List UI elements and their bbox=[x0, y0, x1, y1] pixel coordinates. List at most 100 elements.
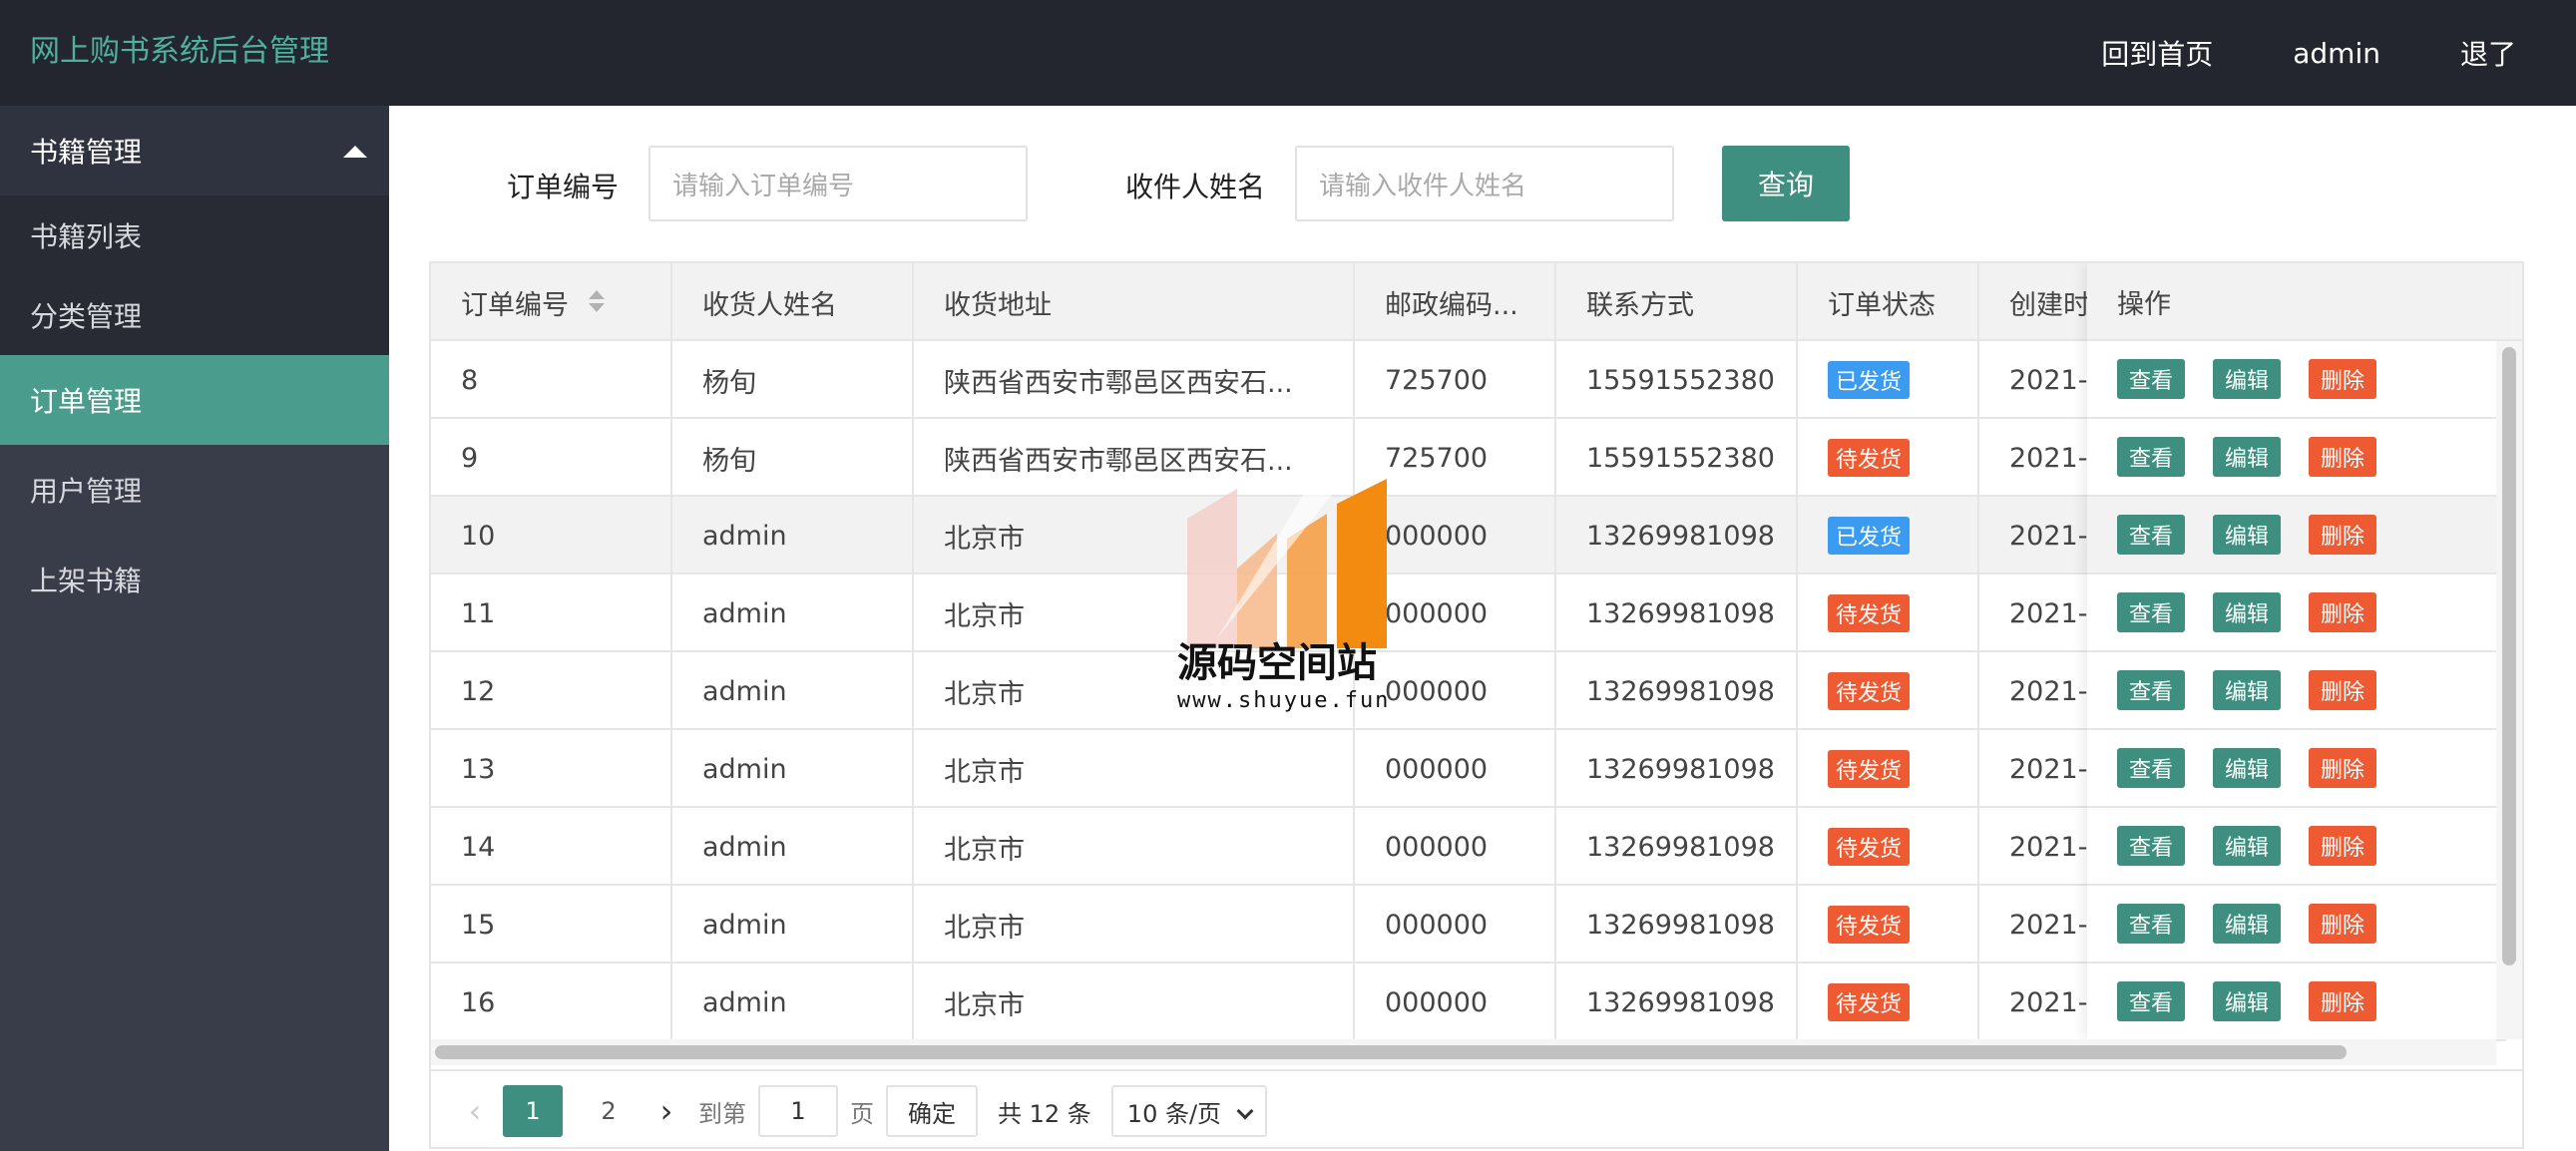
sidebar-item-users[interactable]: 用户管理 bbox=[0, 445, 389, 535]
cell-zip: 000000 bbox=[1355, 730, 1556, 808]
delete-button[interactable]: 删除 bbox=[2309, 437, 2376, 477]
status-cell: 待发货 bbox=[1798, 808, 1979, 886]
table-row[interactable]: 13 admin 北京市 000000 13269981098 待发货 2021-0 bbox=[431, 730, 2107, 808]
next-page-icon[interactable]: › bbox=[646, 1085, 686, 1137]
view-button[interactable]: 查看 bbox=[2117, 981, 2185, 1021]
col-order-id[interactable]: 订单编号 bbox=[431, 263, 672, 341]
col-zip: 邮政编码... bbox=[1355, 263, 1556, 341]
page-size-select[interactable]: 10 条/页 bbox=[1110, 1085, 1267, 1137]
logout-link[interactable]: 退了 bbox=[2460, 33, 2516, 73]
goto-confirm-button[interactable]: 确定 bbox=[886, 1085, 978, 1137]
status-badge: 待发货 bbox=[1828, 906, 1911, 944]
pagination: ‹ 1 2 › 到第 1 页 确定 共 12 条 10 条/页 bbox=[431, 1069, 2522, 1147]
cell-name: 杨旬 bbox=[672, 419, 914, 497]
recipient-name-label: 收件人姓名 bbox=[1125, 171, 1266, 203]
actions-row: 查看 编辑 删除 bbox=[2087, 808, 2506, 886]
edit-button[interactable]: 编辑 bbox=[2213, 748, 2281, 788]
view-button[interactable]: 查看 bbox=[2117, 904, 2185, 944]
goto-page-input[interactable]: 1 bbox=[758, 1085, 838, 1137]
edit-button[interactable]: 编辑 bbox=[2213, 359, 2281, 399]
col-phone: 联系方式 bbox=[1556, 263, 1798, 341]
edit-button[interactable]: 编辑 bbox=[2213, 826, 2281, 866]
top-nav: 回到首页 admin 退了 bbox=[2021, 0, 2516, 106]
sidebar-item-categories[interactable]: 分类管理 bbox=[0, 275, 389, 355]
edit-button[interactable]: 编辑 bbox=[2213, 981, 2281, 1021]
page-2-button[interactable]: 2 bbox=[579, 1085, 639, 1137]
view-button[interactable]: 查看 bbox=[2117, 437, 2185, 477]
actions-rows: 查看 编辑 删除 查看 编辑 删除 查看 编辑 删除 查看 编辑 删除 查看 编辑 删除 查看 编辑 删除 查看 编辑… bbox=[2087, 341, 2506, 1041]
col-actions: 操作 bbox=[2087, 263, 2506, 341]
cell-name: admin bbox=[672, 497, 914, 575]
recipient-name-input[interactable]: 请输入收件人姓名 bbox=[1295, 146, 1674, 221]
table-row[interactable]: 14 admin 北京市 000000 13269981098 待发货 2021-0 bbox=[431, 808, 2107, 886]
cell-zip: 000000 bbox=[1355, 808, 1556, 886]
view-button[interactable]: 查看 bbox=[2117, 515, 2185, 555]
edit-button[interactable]: 编辑 bbox=[2213, 515, 2281, 555]
delete-button[interactable]: 删除 bbox=[2309, 826, 2376, 866]
sort-icon[interactable] bbox=[589, 290, 605, 314]
delete-button[interactable]: 删除 bbox=[2309, 904, 2376, 944]
status-badge: 待发货 bbox=[1828, 750, 1911, 788]
delete-button[interactable]: 删除 bbox=[2309, 592, 2376, 632]
view-button[interactable]: 查看 bbox=[2117, 592, 2185, 632]
status-badge: 待发货 bbox=[1828, 983, 1911, 1021]
page-1-button[interactable]: 1 bbox=[503, 1085, 563, 1137]
horizontal-scroll-thumb[interactable] bbox=[435, 1045, 2347, 1059]
sidebar-group-books[interactable]: 书籍管理 bbox=[0, 106, 389, 195]
cell-name: admin bbox=[672, 963, 914, 1041]
status-badge: 待发货 bbox=[1828, 594, 1911, 632]
col-recipient: 收货人姓名 bbox=[672, 263, 914, 341]
sidebar-group-label: 书籍管理 bbox=[30, 136, 143, 169]
actions-column: 操作 查看 编辑 删除 查看 编辑 删除 查看 编辑 删除 查看 编辑 删除 查看 编辑 删除 查看 编辑 删除查… bbox=[2087, 263, 2506, 1041]
delete-button[interactable]: 删除 bbox=[2309, 359, 2376, 399]
cell-name: admin bbox=[672, 730, 914, 808]
table-row[interactable]: 16 admin 北京市 000000 13269981098 待发货 2021-0 bbox=[431, 963, 2107, 1041]
view-button[interactable]: 查看 bbox=[2117, 670, 2185, 710]
status-cell: 待发货 bbox=[1798, 652, 1979, 730]
sidebar-item-orders[interactable]: 订单管理 bbox=[0, 355, 389, 445]
edit-button[interactable]: 编辑 bbox=[2213, 670, 2281, 710]
vertical-scroll-thumb[interactable] bbox=[2502, 347, 2516, 965]
table-row[interactable]: 15 admin 北京市 000000 13269981098 待发货 2021-0 bbox=[431, 886, 2107, 963]
view-button[interactable]: 查看 bbox=[2117, 748, 2185, 788]
cell-phone: 15591552380 bbox=[1556, 419, 1798, 497]
caret-up-icon bbox=[343, 146, 367, 158]
status-badge: 已发货 bbox=[1828, 517, 1911, 555]
cell-phone: 15591552380 bbox=[1556, 341, 1798, 419]
sidebar-item-book-list[interactable]: 书籍列表 bbox=[0, 195, 389, 275]
edit-button[interactable]: 编辑 bbox=[2213, 592, 2281, 632]
cell-id: 10 bbox=[431, 497, 672, 575]
page-size-value: 10 条/页 bbox=[1126, 1099, 1222, 1128]
status-badge: 待发货 bbox=[1828, 828, 1911, 866]
view-button[interactable]: 查看 bbox=[2117, 826, 2185, 866]
order-id-input[interactable]: 请输入订单编号 bbox=[648, 146, 1028, 221]
col-address: 收货地址 bbox=[914, 263, 1355, 341]
delete-button[interactable]: 删除 bbox=[2309, 515, 2376, 555]
cell-id: 8 bbox=[431, 341, 672, 419]
delete-button[interactable]: 删除 bbox=[2309, 981, 2376, 1021]
search-button[interactable]: 查询 bbox=[1722, 146, 1850, 221]
delete-button[interactable]: 删除 bbox=[2309, 748, 2376, 788]
user-menu[interactable]: admin bbox=[2293, 37, 2380, 70]
top-header: 网上购书系统后台管理 回到首页 admin 退了 bbox=[0, 0, 2576, 106]
cell-name: admin bbox=[672, 575, 914, 652]
chevron-down-icon bbox=[1236, 1102, 1254, 1120]
delete-button[interactable]: 删除 bbox=[2309, 670, 2376, 710]
cell-address: 北京市 bbox=[914, 963, 1355, 1041]
status-badge: 待发货 bbox=[1828, 672, 1911, 710]
col-status: 订单状态 bbox=[1798, 263, 1979, 341]
status-cell: 已发货 bbox=[1798, 341, 1979, 419]
home-link[interactable]: 回到首页 bbox=[2101, 33, 2213, 73]
cell-id: 12 bbox=[431, 652, 672, 730]
view-button[interactable]: 查看 bbox=[2117, 359, 2185, 399]
cell-phone: 13269981098 bbox=[1556, 808, 1798, 886]
edit-button[interactable]: 编辑 bbox=[2213, 437, 2281, 477]
table-row[interactable]: 8 杨旬 陕西省西安市鄠邑区西安石... 725700 15591552380 已发货 20… bbox=[431, 341, 2107, 419]
app-title: 网上购书系统后台管理 bbox=[30, 34, 329, 69]
page-label: 页 bbox=[850, 1099, 874, 1128]
edit-button[interactable]: 编辑 bbox=[2213, 904, 2281, 944]
prev-page-icon[interactable]: ‹ bbox=[455, 1085, 495, 1137]
cell-phone: 13269981098 bbox=[1556, 886, 1798, 963]
sidebar-item-publish-books[interactable]: 上架书籍 bbox=[0, 535, 389, 624]
status-cell: 待发货 bbox=[1798, 575, 1979, 652]
